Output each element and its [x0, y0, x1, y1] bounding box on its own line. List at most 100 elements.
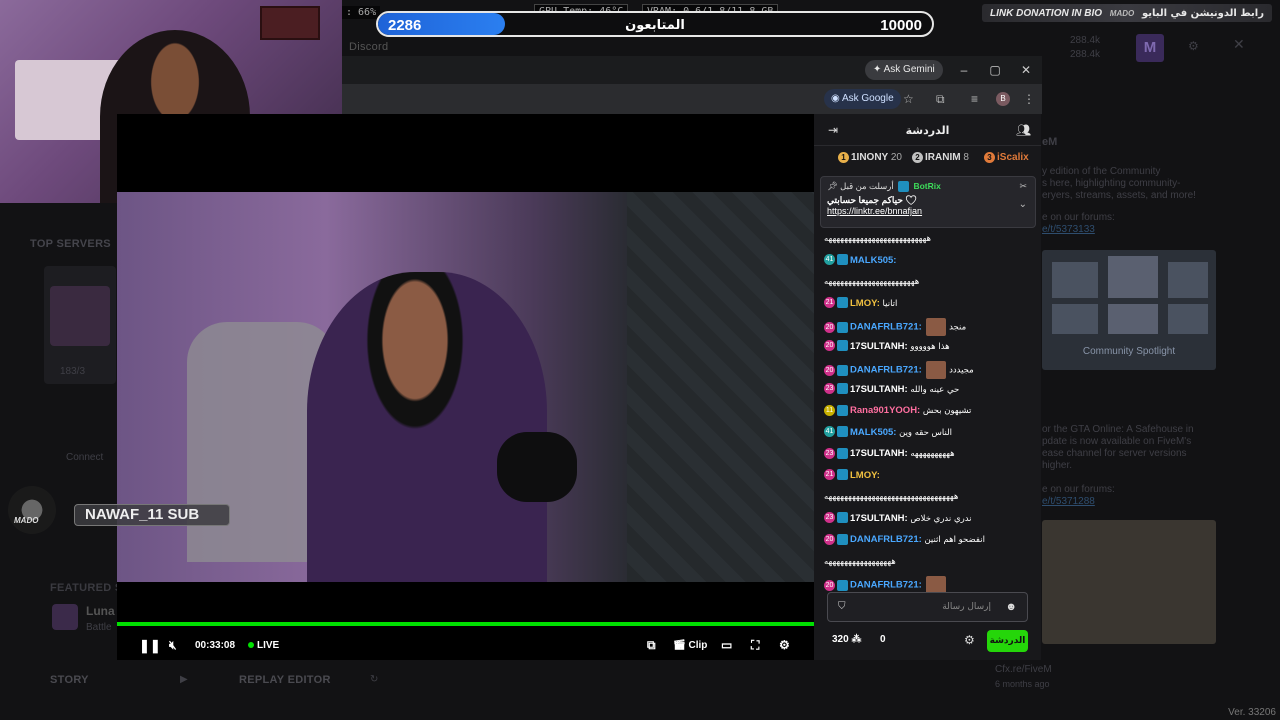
- shield-icon[interactable]: ⛉: [838, 601, 846, 612]
- extensions-icon[interactable]: ⧉: [936, 92, 945, 107]
- chat-message[interactable]: هههههههههههههههههههههههه: [824, 275, 1034, 297]
- chat-message[interactable]: 20 DANAFRLB721: مجيددد: [824, 361, 1034, 383]
- chat-message[interactable]: 21 LMOY: اتانيا: [824, 297, 1034, 319]
- role-badge: [837, 254, 848, 266]
- browser-window: ✦ Ask Gemini – ▢ ✕ ◉ Ask Google ☆ ⧉ ≡ B …: [342, 56, 1042, 114]
- clip-icon: 🎬︎: [673, 640, 689, 651]
- clip-button[interactable]: 🎬︎ Clip: [673, 640, 707, 651]
- pip-icon[interactable]: ⧉: [647, 638, 656, 653]
- chat-username[interactable]: LMOY:: [850, 298, 880, 309]
- video-streamer: [307, 272, 547, 582]
- chat-username[interactable]: Rana901YOOH:: [850, 405, 920, 416]
- chat-text: هذا هووووو: [910, 341, 950, 352]
- chat-username[interactable]: LMOY:: [850, 470, 880, 481]
- chat-text: ههههههههههههههههههههههههههه: [824, 234, 931, 244]
- video-wall-panel: [627, 192, 814, 582]
- chat-header: ⇥ الدردشة 👥︎: [814, 114, 1041, 146]
- pinned-sent-by: أرسلت من قبل: [840, 181, 894, 191]
- fullscreen-icon[interactable]: ⛶: [751, 638, 759, 653]
- mute-icon[interactable]: 🔇︎: [169, 638, 177, 653]
- chat-message[interactable]: 41 MALK505:: [824, 254, 1034, 276]
- chat-message[interactable]: 20 DANAFRLB721: انفضحو اهم اثنين: [824, 533, 1034, 555]
- featured-server-icon: [52, 604, 78, 630]
- role-badge: [837, 340, 848, 352]
- ask-gemini-button[interactable]: ✦ Ask Gemini: [865, 60, 943, 80]
- chat-input[interactable]: ⛉ إرسال رسالة ☻: [827, 592, 1028, 622]
- chat-message[interactable]: 23 17SULTANH: حي عينه والله: [824, 383, 1034, 405]
- bookmark-star-icon[interactable]: ☆: [903, 92, 914, 106]
- settings-icon[interactable]: ⚙: [1188, 40, 1199, 52]
- story-tab[interactable]: STORY: [50, 674, 89, 686]
- sub-badge: 21: [824, 469, 835, 481]
- close-icon[interactable]: ✕: [1233, 37, 1245, 51]
- chat-message[interactable]: 41 MALK505: الناس حقه وين: [824, 426, 1034, 448]
- chat-username[interactable]: MALK505:: [850, 427, 896, 438]
- server-card[interactable]: 183/3: [44, 266, 116, 384]
- minimize-icon[interactable]: –: [956, 62, 972, 78]
- chat-username[interactable]: MALK505:: [850, 255, 896, 266]
- settings-gear-icon[interactable]: ⚙: [779, 638, 790, 652]
- chat-message[interactable]: هههههههههههههههههههههههههههههههههه: [824, 490, 1034, 512]
- connect-button[interactable]: Connect: [66, 452, 103, 464]
- chat-message[interactable]: 20 17SULTANH: هذا هووووو: [824, 340, 1034, 362]
- discord-link[interactable]: Discord: [349, 41, 388, 53]
- user-avatar[interactable]: M: [1136, 34, 1164, 62]
- maximize-icon[interactable]: ▢: [987, 62, 1003, 78]
- replay-editor-tab[interactable]: REPLAY EDITOR: [239, 674, 331, 686]
- role-badge: [837, 404, 848, 416]
- chat-message[interactable]: 23 17SULTANH: ندري ندري خلاص: [824, 512, 1034, 534]
- theater-mode-icon[interactable]: ▭: [721, 638, 732, 652]
- users-icon[interactable]: 👥︎: [1016, 123, 1031, 137]
- goal-target: 10000: [880, 17, 922, 34]
- role-badge: [837, 297, 848, 309]
- video-player[interactable]: ❚❚ 🔇︎ 00:33:08 LIVE ⧉ 🎬︎ Clip ▭ ⛶ ⚙: [117, 114, 814, 660]
- chat-username[interactable]: 17SULTANH:: [850, 384, 908, 395]
- leaderboard-name: iScalix: [997, 152, 1029, 163]
- news-image[interactable]: [1042, 520, 1216, 644]
- send-chat-button[interactable]: الدردشة: [987, 630, 1028, 652]
- playback-progress[interactable]: [117, 622, 814, 626]
- chat-username[interactable]: 17SULTANH:: [850, 513, 908, 524]
- unpin-icon[interactable]: ✂: [1019, 181, 1027, 192]
- profile-avatar[interactable]: B: [996, 92, 1010, 106]
- chat-username[interactable]: DANAFRLB721:: [850, 322, 922, 333]
- expand-chevron-icon[interactable]: ⌄: [1019, 199, 1027, 210]
- close-icon[interactable]: ✕: [1018, 62, 1034, 78]
- points-icon: ⁂: [851, 634, 862, 645]
- chat-username[interactable]: 17SULTANH:: [850, 341, 908, 352]
- leaderboard-count: 8: [963, 152, 969, 163]
- channel-points[interactable]: 320 ⁂: [832, 634, 861, 645]
- spotlight-thumb: [1052, 304, 1098, 334]
- tab-search-icon[interactable]: ≡: [971, 92, 978, 106]
- leaderboard-entry[interactable]: 2 IRANIM 8: [912, 152, 969, 163]
- chat-settings-icon[interactable]: ⚙: [964, 633, 975, 647]
- chat-message[interactable]: 21 LMOY:: [824, 469, 1034, 491]
- news-link[interactable]: e/t/5371288: [1042, 496, 1222, 507]
- live-label: LIVE: [257, 640, 280, 651]
- featured-server-name[interactable]: Luna: [86, 604, 115, 618]
- chat-message[interactable]: 11 Rana901YOOH: تشيهون بحش: [824, 404, 1034, 426]
- chat-text: منجد: [949, 322, 967, 333]
- pinned-header: 📌︎ أرسلت من قبل BotRix: [827, 181, 1029, 193]
- news-link[interactable]: e/t/5373133: [1042, 224, 1222, 235]
- pause-icon[interactable]: ❚❚: [139, 638, 161, 654]
- sub-alert: MADO NAWAF_11 SUB: [8, 486, 230, 534]
- pinned-link[interactable]: https://linktr.ee/bnnafjan: [827, 206, 1029, 216]
- lens-icon: ◉: [831, 93, 842, 104]
- community-spotlight-image[interactable]: Community Spotlight: [1042, 250, 1216, 370]
- chat-username[interactable]: DANAFRLB721:: [850, 365, 922, 376]
- menu-dots-icon[interactable]: ⋮: [1023, 92, 1035, 106]
- chat-message[interactable]: 23 17SULTANH: ههههههههههه: [824, 447, 1034, 469]
- leaderboard-entry[interactable]: 1 1INONY 20: [838, 152, 902, 163]
- leaderboard-entry[interactable]: 3 iScalix: [984, 152, 1029, 163]
- ask-google-button[interactable]: ◉ Ask Google: [824, 89, 901, 109]
- chat-username[interactable]: DANAFRLB721:: [850, 580, 922, 591]
- chat-message[interactable]: 20 DANAFRLB721: منجد: [824, 318, 1034, 340]
- pinned-message[interactable]: 📌︎ أرسلت من قبل BotRix حياكم جميعا حسابت…: [820, 176, 1036, 228]
- chat-message[interactable]: هههههههههههههههههه: [824, 555, 1034, 577]
- points-value: 320: [832, 634, 849, 645]
- chat-message[interactable]: ههههههههههههههههههههههههههه: [824, 232, 1034, 254]
- chat-username[interactable]: 17SULTANH:: [850, 448, 908, 459]
- chat-username[interactable]: DANAFRLB721:: [850, 534, 922, 545]
- emoji-icon[interactable]: ☻: [1005, 601, 1017, 613]
